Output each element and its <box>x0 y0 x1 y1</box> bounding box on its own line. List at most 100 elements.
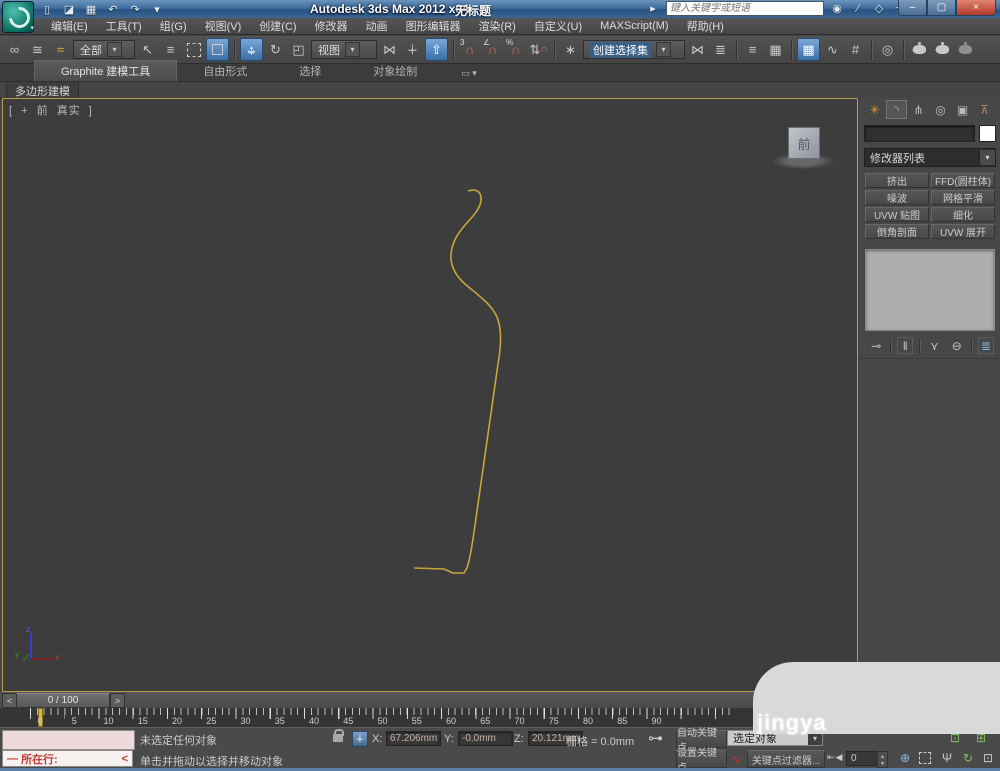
pan-icon[interactable]: Ψ <box>938 750 956 766</box>
selection-filter-dropdown[interactable]: 全部 ▾ <box>73 40 135 59</box>
remove-modifier-icon[interactable]: ⊖ <box>949 337 965 354</box>
rendered-frame-window-icon[interactable] <box>909 39 930 60</box>
ribbon-minimize-icon[interactable]: ▭ ▾ <box>461 68 477 79</box>
menu-item[interactable]: 自定义(U) <box>525 18 591 34</box>
track-bar[interactable]: 0 5 10 15 20 25 30 35 40 45 50 55 60 65 70 75 80 85 90 <box>0 708 858 728</box>
maximize-button[interactable]: ▢ <box>927 0 956 16</box>
menu-item[interactable]: 修改器 <box>306 18 357 34</box>
mirror-icon[interactable]: ⋈ <box>687 39 708 60</box>
curve-editor-icon[interactable]: ∿ <box>822 39 843 60</box>
spinner-down-icon[interactable]: ▾ <box>881 760 884 767</box>
orbit-icon[interactable]: ↻ <box>959 750 977 766</box>
redo-icon[interactable]: ↷ <box>126 2 144 16</box>
menu-item[interactable]: 工具(T) <box>97 18 151 34</box>
modifier-stack-list[interactable] <box>865 249 995 331</box>
ribbon-tab-graphite[interactable]: Graphite 建模工具 <box>34 60 178 81</box>
angle-snap-icon[interactable]: ∠ ∩ <box>482 38 503 60</box>
front-viewport[interactable]: [ + 前 真实 ] 前 z x y <box>2 98 858 692</box>
maxscript-macro-recorder[interactable] <box>2 730 135 750</box>
named-selection-set-dropdown[interactable]: 创建选择集 ▾ <box>583 40 685 59</box>
next-frame-button[interactable]: > <box>110 693 125 708</box>
search-input[interactable] <box>666 1 824 16</box>
go-to-start-icon[interactable]: ⇤ <box>827 752 835 763</box>
subscription-icon[interactable]: ∕ <box>850 2 866 16</box>
modifier-preset-button[interactable]: 网格平滑 <box>931 190 995 205</box>
modifier-preset-button[interactable]: UVW 展开 <box>931 224 995 239</box>
schematic-view-icon[interactable]: # <box>845 39 866 60</box>
polygon-modeling-panel[interactable]: 多边形建模 <box>6 80 79 100</box>
new-file-icon[interactable]: ▯ <box>38 2 56 16</box>
menu-item[interactable]: 组(G) <box>151 18 196 34</box>
edit-named-selection-sets-icon[interactable]: ∗ <box>560 39 581 60</box>
rectangular-selection-region-icon[interactable] <box>183 39 204 60</box>
zoom-region-icon[interactable] <box>916 750 934 766</box>
layer-manager-icon[interactable]: ≡ <box>742 39 763 60</box>
align-icon[interactable]: ≣ <box>710 39 731 60</box>
menu-item[interactable]: 动画 <box>357 18 397 34</box>
select-and-scale-icon[interactable]: ◰ <box>288 39 309 60</box>
maxscript-mini-listener[interactable]: — 所在行: < <box>2 750 133 767</box>
profile-spline[interactable] <box>413 189 502 574</box>
utilities-tab-icon[interactable]: ⊼ <box>974 100 995 119</box>
communication-center-icon[interactable]: ◇ <box>871 2 887 16</box>
prev-frame-button[interactable]: < <box>2 693 17 708</box>
menu-item[interactable]: 帮助(H) <box>678 18 733 34</box>
search-icon[interactable]: ◉ <box>829 2 845 16</box>
x-coordinate-field[interactable]: 67.206mm <box>386 731 441 746</box>
menu-item[interactable]: 视图(V) <box>196 18 251 34</box>
modifier-preset-button[interactable]: 倒角剖面 <box>865 224 929 239</box>
y-coordinate-field[interactable]: -0.0mm <box>458 731 513 746</box>
key-filters-button[interactable]: 关键点过滤器... <box>747 750 825 768</box>
menu-item[interactable]: MAXScript(M) <box>591 20 677 32</box>
create-tab-icon[interactable]: ✳ <box>864 100 885 119</box>
make-unique-icon[interactable]: ⋎ <box>926 337 942 354</box>
modifier-preset-button[interactable]: UVW 贴图 <box>865 207 929 222</box>
ribbon-tab-selection[interactable]: 选择 <box>273 61 347 81</box>
current-frame-field[interactable]: 0 <box>846 751 880 766</box>
select-and-link-icon[interactable]: ∞ <box>4 39 25 60</box>
configure-modifier-sets-icon[interactable]: ≣ <box>977 337 995 354</box>
menu-item[interactable]: 渲染(R) <box>470 18 525 34</box>
previous-frame-icon[interactable]: ◀ <box>836 752 843 763</box>
modifier-list-dropdown[interactable]: 修改器列表 ▾ <box>864 148 996 167</box>
spinner-snap-icon[interactable]: ⇅ ∩ <box>528 39 549 60</box>
render-setup-icon[interactable]: ◎ <box>877 39 898 60</box>
close-button[interactable]: × <box>956 0 996 16</box>
select-object-icon[interactable]: ↖ <box>137 39 158 60</box>
ribbon-tab-object-paint[interactable]: 对象绘制 <box>347 61 443 81</box>
menu-item[interactable]: 创建(C) <box>250 18 305 34</box>
maximize-viewport-icon[interactable]: ⊡ <box>979 750 997 766</box>
modifier-preset-button[interactable]: 细化 <box>931 207 995 222</box>
absolute-mode-transform-icon[interactable]: ∔ <box>352 731 368 747</box>
new-key-tangent-icon[interactable]: ∿ <box>728 752 744 766</box>
bind-to-spacewarp-icon[interactable]: ≈ <box>50 39 71 60</box>
show-end-result-icon[interactable]: ‖ <box>897 337 914 354</box>
object-name-field[interactable] <box>864 125 975 142</box>
selection-lock-icon[interactable] <box>333 729 344 742</box>
select-and-manipulate-icon[interactable]: ∔ <box>402 39 423 60</box>
key-mode-icon[interactable]: ⊶ <box>648 731 670 746</box>
hierarchy-tab-icon[interactable]: ⋔ <box>908 100 929 119</box>
open-file-icon[interactable]: ◪ <box>60 2 78 16</box>
save-file-icon[interactable]: ▦ <box>82 2 100 16</box>
search-go-icon[interactable]: ▸ <box>645 2 661 16</box>
select-and-rotate-icon[interactable]: ↻ <box>265 39 286 60</box>
application-menu-button[interactable]: ▾ <box>2 1 35 33</box>
menu-item[interactable]: 编辑(E) <box>42 18 97 34</box>
ribbon-tab-freeform[interactable]: 自由形式 <box>177 61 273 81</box>
qat-caret-icon[interactable]: ▾ <box>148 2 166 16</box>
snap-toggle-3d-icon[interactable]: 3 ∩ <box>459 38 480 60</box>
slate-material-editor-icon[interactable]: ▦ <box>797 38 820 61</box>
time-slider-handle[interactable]: 0 / 100 <box>16 693 110 708</box>
display-tab-icon[interactable]: ▣ <box>952 100 973 119</box>
render-production-icon[interactable] <box>932 39 953 60</box>
time-slider-track[interactable]: < 0 / 100 > <box>0 692 858 709</box>
keyboard-override-toggle-icon[interactable]: ⇧ <box>425 38 448 61</box>
window-crossing-toggle-icon[interactable] <box>206 38 229 61</box>
reference-coordinate-dropdown[interactable]: 视图 ▾ <box>311 40 377 59</box>
select-by-name-icon[interactable]: ≡ <box>160 39 181 60</box>
modifier-preset-button[interactable]: 挤出 <box>865 173 929 188</box>
zoom-icon[interactable]: ⊕ <box>896 750 914 766</box>
set-key-button[interactable]: 设置关键点 <box>676 748 727 771</box>
modify-tab-icon[interactable]: ◝ <box>886 100 907 119</box>
